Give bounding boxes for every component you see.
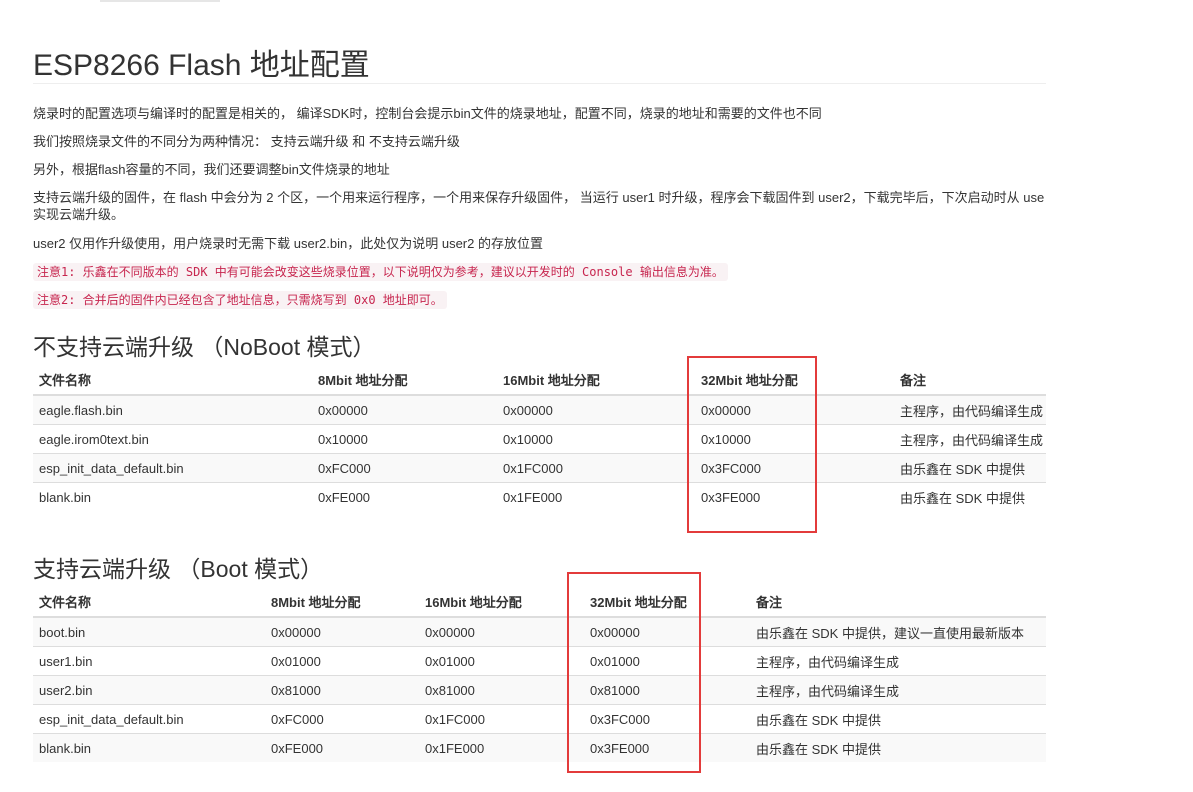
column-header: 8Mbit 地址分配 bbox=[312, 365, 497, 396]
paragraph-cloud-upgrade-cont: 实现云端升级。 bbox=[33, 207, 125, 222]
table-cell: 0x01000 bbox=[419, 646, 584, 676]
table-cell: 0x10000 bbox=[497, 424, 695, 454]
column-header: 16Mbit 地址分配 bbox=[419, 587, 584, 618]
column-header: 8Mbit 地址分配 bbox=[265, 587, 419, 618]
table-cell: 由乐鑫在 SDK 中提供 bbox=[750, 733, 1046, 762]
table-cell: 0x1FE000 bbox=[497, 482, 695, 511]
table-row: user2.bin 0x81000 0x81000 0x81000 主程序，由代… bbox=[33, 675, 1046, 705]
column-header: 备注 bbox=[750, 587, 1046, 618]
table-cell: 由乐鑫在 SDK 中提供 bbox=[894, 453, 1046, 483]
column-header: 文件名称 bbox=[33, 587, 265, 618]
column-header: 16Mbit 地址分配 bbox=[497, 365, 695, 396]
table-cell: eagle.irom0text.bin bbox=[33, 424, 312, 454]
title-divider bbox=[33, 83, 1046, 84]
table-cell: esp_init_data_default.bin bbox=[33, 704, 265, 734]
table-cell: 0x1FC000 bbox=[497, 453, 695, 483]
paragraph-config-intro: 烧录时的配置选项与编译时的配置是相关的， 编译SDK时，控制台会提示bin文件的… bbox=[33, 106, 822, 121]
table-row: blank.bin 0xFE000 0x1FE000 0x3FE000 由乐鑫在… bbox=[33, 482, 1046, 511]
table-row: blank.bin 0xFE000 0x1FE000 0x3FE000 由乐鑫在… bbox=[33, 733, 1046, 762]
table-cell: 由乐鑫在 SDK 中提供 bbox=[894, 482, 1046, 511]
table-header-row: 文件名称 8Mbit 地址分配 16Mbit 地址分配 32Mbit 地址分配 … bbox=[33, 365, 1046, 396]
table-cell: user2.bin bbox=[33, 675, 265, 705]
table-cell: 0x81000 bbox=[265, 675, 419, 705]
table-row: user1.bin 0x01000 0x01000 0x01000 主程序，由代… bbox=[33, 646, 1046, 676]
table-row: boot.bin 0x00000 0x00000 0x00000 由乐鑫在 SD… bbox=[33, 616, 1046, 647]
table-cell: esp_init_data_default.bin bbox=[33, 453, 312, 483]
table-cell: 由乐鑫在 SDK 中提供 bbox=[750, 704, 1046, 734]
table-cell: 由乐鑫在 SDK 中提供，建议一直使用最新版本 bbox=[750, 616, 1046, 647]
table-header-row: 文件名称 8Mbit 地址分配 16Mbit 地址分配 32Mbit 地址分配 … bbox=[33, 587, 1046, 618]
table-cell: 0x1FE000 bbox=[419, 733, 584, 762]
table-cell: 0xFC000 bbox=[265, 704, 419, 734]
table-cell: 0x00000 bbox=[312, 394, 497, 425]
noboot-address-table: 文件名称 8Mbit 地址分配 16Mbit 地址分配 32Mbit 地址分配 … bbox=[33, 365, 1046, 511]
table-cell: 主程序，由代码编译生成 bbox=[894, 394, 1046, 425]
table-cell: 0xFE000 bbox=[312, 482, 497, 511]
table-cell: 0x1FC000 bbox=[419, 704, 584, 734]
column-header: 文件名称 bbox=[33, 365, 312, 396]
page-title: ESP8266 Flash 地址配置 bbox=[33, 49, 370, 82]
table-cell: blank.bin bbox=[33, 482, 312, 511]
table-row: esp_init_data_default.bin 0xFC000 0x1FC0… bbox=[33, 704, 1046, 734]
note-sdk-version: 注意1: 乐鑫在不同版本的 SDK 中有可能会改变这些烧录位置，以下说明仅为参考… bbox=[33, 263, 728, 281]
table-cell: 0x00000 bbox=[497, 394, 695, 425]
table-cell: 0x01000 bbox=[265, 646, 419, 676]
section-title-boot: 支持云端升级 （Boot 模式） bbox=[33, 556, 324, 582]
note-merged-firmware: 注意2: 合并后的固件内已经包含了地址信息，只需烧写到 0x0 地址即可。 bbox=[33, 291, 447, 309]
column-header: 备注 bbox=[894, 365, 1046, 396]
table-cell: 0xFC000 bbox=[312, 453, 497, 483]
table-cell: 0xFE000 bbox=[265, 733, 419, 762]
table-cell: 0x00000 bbox=[265, 616, 419, 647]
highlight-box-noboot-32mbit bbox=[687, 356, 817, 533]
table-cell: 0x10000 bbox=[312, 424, 497, 454]
paragraph-user2-note: user2 仅用作升级使用，用户烧录时无需下载 user2.bin，此处仅为说明… bbox=[33, 236, 543, 251]
table-cell: 0x81000 bbox=[419, 675, 584, 705]
table-cell: user1.bin bbox=[33, 646, 265, 676]
table-cell: 0x00000 bbox=[419, 616, 584, 647]
table-cell: 主程序，由代码编译生成 bbox=[750, 646, 1046, 676]
table-cell: 主程序，由代码编译生成 bbox=[750, 675, 1046, 705]
article-content: ESP8266 Flash 地址配置 烧录时的配置选项与编译时的配置是相关的， … bbox=[33, 0, 1046, 792]
paragraph-two-cases: 我们按照烧录文件的不同分为两种情况： 支持云端升级 和 不支持云端升级 bbox=[33, 134, 460, 149]
table-cell: boot.bin bbox=[33, 616, 265, 647]
table-row: eagle.flash.bin 0x00000 0x00000 0x00000 … bbox=[33, 394, 1046, 425]
table-cell: eagle.flash.bin bbox=[33, 394, 312, 425]
paragraph-cloud-upgrade: 支持云端升级的固件，在 flash 中会分为 2 个区，一个用来运行程序，一个用… bbox=[33, 190, 1045, 205]
table-row: eagle.irom0text.bin 0x10000 0x10000 0x10… bbox=[33, 424, 1046, 454]
boot-address-table: 文件名称 8Mbit 地址分配 16Mbit 地址分配 32Mbit 地址分配 … bbox=[33, 587, 1046, 762]
table-row: esp_init_data_default.bin 0xFC000 0x1FC0… bbox=[33, 453, 1046, 483]
section-title-noboot: 不支持云端升级 （NoBoot 模式） bbox=[33, 334, 376, 360]
highlight-box-boot-32mbit bbox=[567, 572, 701, 773]
table-cell: blank.bin bbox=[33, 733, 265, 762]
table-cell: 主程序，由代码编译生成 bbox=[894, 424, 1046, 454]
paragraph-flash-capacity: 另外，根据flash容量的不同，我们还要调整bin文件烧录的地址 bbox=[33, 162, 390, 177]
